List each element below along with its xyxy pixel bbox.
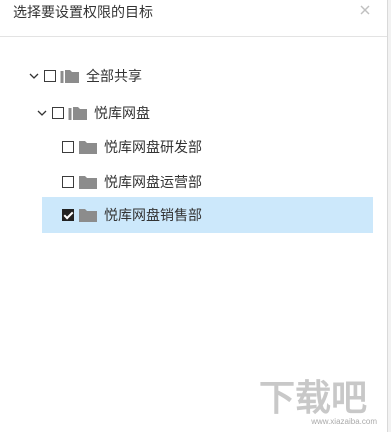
folder-group-icon bbox=[60, 70, 79, 83]
tree-item-yueku[interactable]: 悦库网盘 bbox=[36, 95, 150, 131]
watermark-logo: 下载吧 www.xiazaiba.com bbox=[257, 372, 377, 430]
chevron-down-icon[interactable] bbox=[28, 70, 40, 82]
tree-item-all-share[interactable]: 全部共享 bbox=[28, 58, 142, 94]
tree-item-ops[interactable]: 悦库网盘运营部 bbox=[62, 164, 202, 200]
watermark-url: www.xiazaiba.com bbox=[311, 417, 377, 426]
tree-item-label: 悦库网盘运营部 bbox=[104, 174, 202, 190]
tree-item-label: 悦库网盘销售部 bbox=[104, 207, 202, 223]
folder-tree: 全部共享 悦库网盘 悦库网盘研发部 悦库网盘运营部 悦库网盘销售部 bbox=[0, 0, 387, 432]
tree-item-checkbox[interactable] bbox=[44, 70, 56, 82]
watermark-logo-icon: 下载吧 bbox=[259, 377, 367, 418]
folder-icon bbox=[79, 209, 97, 222]
folder-icon bbox=[79, 176, 97, 189]
svg-text:下载吧: 下载吧 bbox=[259, 377, 367, 418]
tree-item-checkbox[interactable] bbox=[62, 141, 74, 153]
tree-item-checkbox-checked[interactable] bbox=[62, 209, 74, 221]
tree-item-checkbox[interactable] bbox=[52, 107, 64, 119]
tree-item-label: 悦库网盘 bbox=[94, 105, 150, 121]
chevron-down-icon[interactable] bbox=[36, 107, 48, 119]
tree-item-sales[interactable]: 悦库网盘销售部 bbox=[42, 197, 373, 233]
tree-item-checkbox[interactable] bbox=[62, 176, 74, 188]
permission-target-dialog: 选择要设置权限的目标 全部共享 悦库网盘 悦库网盘研发部 悦库网盘运营部 悦库网… bbox=[0, 0, 388, 432]
folder-group-icon bbox=[68, 107, 87, 120]
tree-item-label: 悦库网盘研发部 bbox=[104, 139, 202, 155]
tree-item-label: 全部共享 bbox=[86, 68, 142, 84]
folder-icon bbox=[79, 141, 97, 154]
tree-item-rd[interactable]: 悦库网盘研发部 bbox=[62, 129, 202, 165]
